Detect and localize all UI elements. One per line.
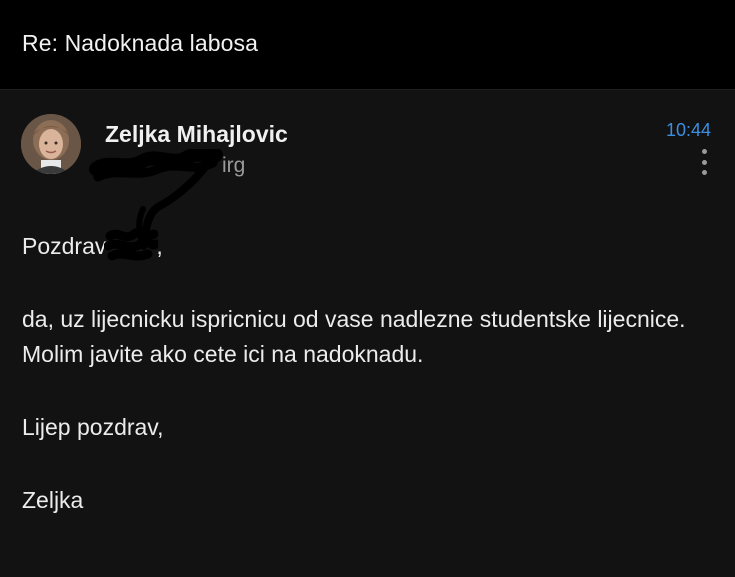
redacted-name bbox=[104, 228, 159, 261]
signature-line: Zeljka bbox=[22, 487, 84, 513]
more-dot bbox=[701, 170, 707, 175]
sender-name[interactable]: Zeljka Mihajlovic bbox=[105, 121, 288, 148]
email-body: Pozdrav, da, uz lijecnicku ispricnicu od… bbox=[22, 228, 712, 518]
sender-avatar[interactable] bbox=[21, 114, 81, 174]
email-header: Zeljka Mihajlovic irg 10:44 bbox=[0, 91, 735, 250]
more-dot bbox=[701, 149, 707, 154]
greeting-line: Pozdrav, bbox=[22, 228, 712, 264]
app-bar: Re: Nadoknada labosa bbox=[0, 0, 735, 90]
greeting-prefix: Pozdrav bbox=[22, 233, 107, 259]
more-vertical-icon[interactable] bbox=[695, 149, 713, 175]
email-time: 10:44 bbox=[665, 120, 711, 140]
closing-line: Lijep pozdrav, bbox=[22, 414, 164, 440]
email-subject: Re: Nadoknada labosa bbox=[22, 30, 258, 56]
more-dot bbox=[701, 159, 707, 165]
avatar-photo bbox=[21, 114, 81, 174]
body-line-1: da, uz lijecnicku ispricnicu od vase nad… bbox=[22, 306, 686, 332]
body-line-2: Molim javite ako cete ici na nadoknadu. bbox=[22, 341, 424, 367]
